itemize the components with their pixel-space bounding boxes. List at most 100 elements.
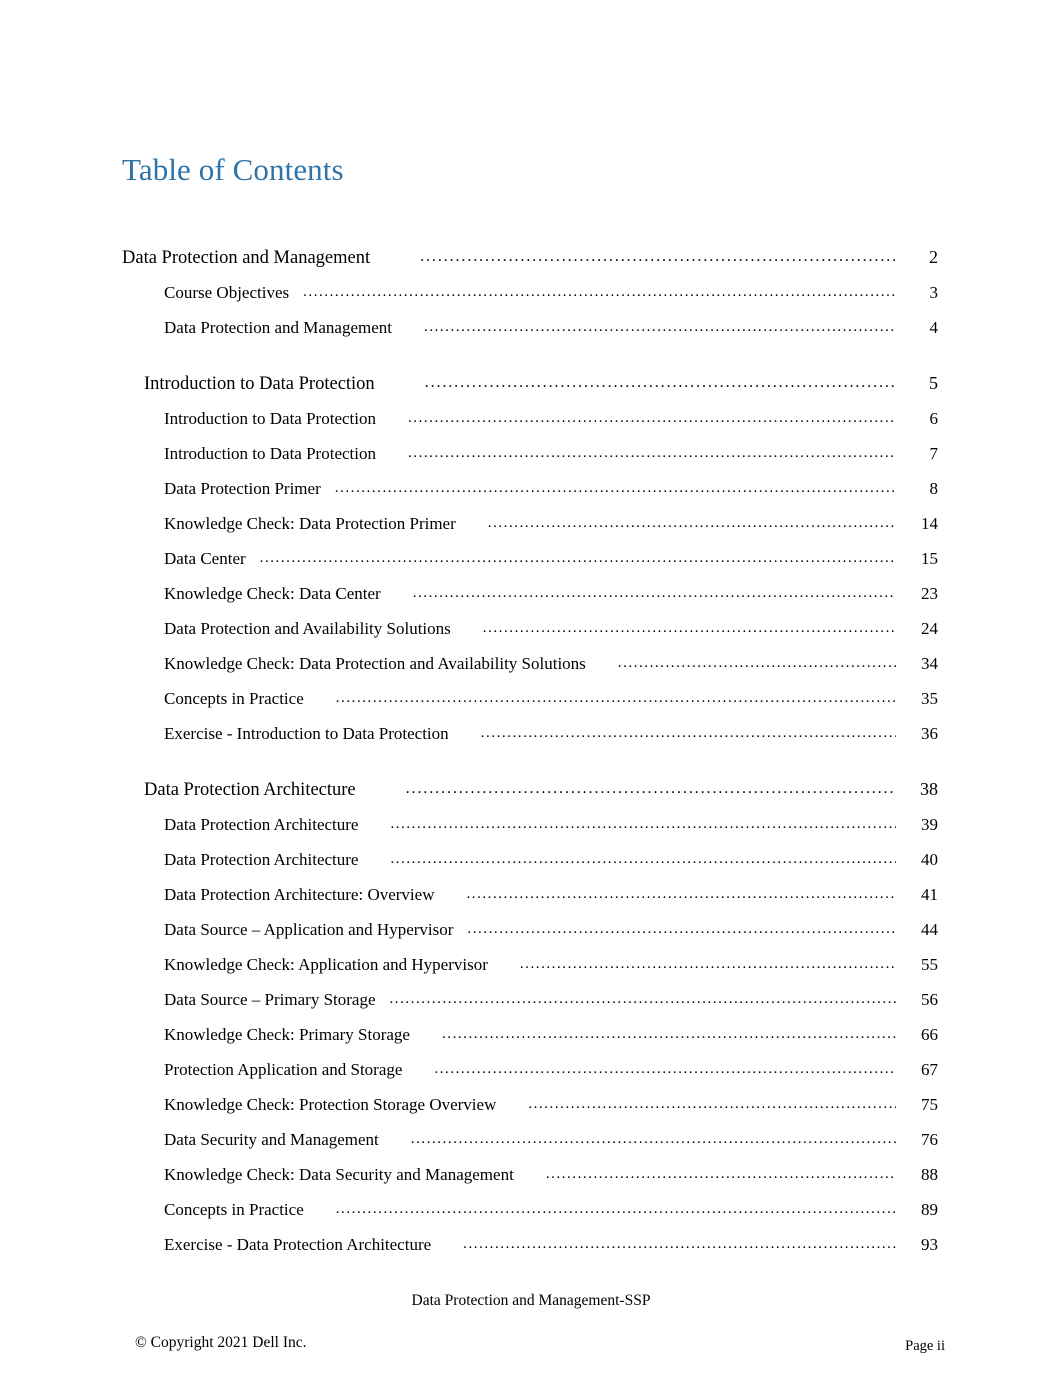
toc-entry[interactable]: Data Protection Architecture............…	[0, 808, 1062, 843]
toc-dot-leader: ........................................…	[407, 410, 896, 426]
toc-entry-page-number: 14	[921, 514, 938, 533]
toc-entry-label: Exercise - Data Protection Architecture	[164, 1235, 432, 1254]
toc-entry-label: Data Protection Primer	[164, 479, 321, 498]
toc-dot-leader: ........................................…	[617, 655, 896, 671]
toc-dot-leader: ........................................…	[482, 620, 896, 636]
toc-entry-page-number: 38	[920, 779, 938, 799]
toc-entry-label: Data Protection Architecture	[164, 850, 359, 869]
toc-entry-label: Data Protection and Management	[122, 248, 371, 268]
toc-dot-leader: ........................................…	[424, 319, 896, 335]
toc-entry-label: Knowledge Check: Protection Storage Over…	[164, 1095, 497, 1114]
toc-entry-label: Data Protection Architecture	[164, 815, 359, 834]
toc-entry-label: Introduction to Data Protection	[164, 444, 376, 463]
toc-dot-leader: ........................................…	[334, 480, 896, 496]
toc-entry-label: Data Center	[164, 549, 246, 568]
toc-entry-page-number: 56	[921, 990, 938, 1009]
toc-entry[interactable]: Knowledge Check: Application and Hypervi…	[0, 948, 1062, 983]
toc-entry[interactable]: Data Protection and Management..........…	[0, 240, 1062, 276]
toc-entry[interactable]: Data Protection Primer..................…	[0, 472, 1062, 507]
toc-entry-label: Exercise - Introduction to Data Protecti…	[164, 724, 449, 743]
toc-entry-page-number: 36	[921, 724, 938, 743]
toc-dot-leader: ........................................…	[410, 1131, 896, 1147]
toc-dot-leader: ........................................…	[528, 1096, 896, 1112]
toc-entry[interactable]: Exercise - Introduction to Data Protecti…	[0, 717, 1062, 752]
toc-entry-page-number: 2	[929, 247, 938, 267]
toc-entry[interactable]: Knowledge Check: Protection Storage Over…	[0, 1088, 1062, 1123]
toc-entry-page-number: 40	[921, 850, 938, 869]
toc-entry[interactable]: Data Security and Management............…	[0, 1123, 1062, 1158]
toc-entry[interactable]: Knowledge Check: Data Security and Manag…	[0, 1158, 1062, 1193]
toc-entry-label: Introduction to Data Protection	[144, 374, 375, 394]
toc-entry[interactable]: Data Protection and Management..........…	[0, 311, 1062, 346]
toc-entry-label: Protection Application and Storage	[164, 1060, 403, 1079]
toc-entry-label: Data Protection and Management	[164, 318, 393, 337]
toc-entry-page-number: 93	[921, 1235, 938, 1254]
toc-entry-label: Course Objectives	[164, 283, 290, 302]
toc-entry[interactable]: Data Source – Primary Storage...........…	[0, 983, 1062, 1018]
footer-page-number: Page ii	[905, 1338, 945, 1354]
toc-entry[interactable]: Introduction to Data Protection.........…	[0, 402, 1062, 437]
toc-entry-page-number: 4	[929, 318, 939, 337]
toc-entry[interactable]: Data Protection Architecture............…	[0, 843, 1062, 878]
toc-dot-leader: ........................................…	[519, 956, 896, 972]
toc-entry-label: Concepts in Practice	[164, 689, 304, 708]
toc-entry[interactable]: Knowledge Check: Data Protection Primer.…	[0, 507, 1062, 542]
toc-dot-leader: ........................................…	[389, 991, 897, 1007]
toc-entry-page-number: 55	[921, 955, 938, 974]
toc-dot-leader: ........................................…	[420, 248, 896, 265]
toc-entry-label: Knowledge Check: Primary Storage	[164, 1025, 410, 1044]
toc-entry[interactable]: Concepts in Practice....................…	[0, 1193, 1062, 1228]
toc-entry-page-number: 44	[921, 920, 938, 939]
toc-entry[interactable]: Introduction to Data Protection.........…	[0, 366, 1062, 402]
toc-entry[interactable]: Introduction to Data Protection.........…	[0, 437, 1062, 472]
toc-entry-page-number: 23	[921, 584, 938, 603]
toc-entry-page-number: 6	[929, 409, 939, 428]
toc-entry-page-number: 89	[921, 1200, 938, 1219]
toc-entry-label: Knowledge Check: Application and Hypervi…	[164, 955, 488, 974]
toc-entry[interactable]: Data Protection Architecture: Overview..…	[0, 878, 1062, 913]
toc-entry-page-number: 75	[921, 1095, 938, 1114]
toc-entry[interactable]: Concepts in Practice....................…	[0, 682, 1062, 717]
toc-dot-leader: ........................................…	[441, 1026, 896, 1042]
toc-entry[interactable]: Exercise - Data Protection Architecture.…	[0, 1228, 1062, 1263]
toc-entry-page-number: 15	[921, 549, 938, 568]
toc-entry-label: Knowledge Check: Data Protection Primer	[164, 514, 456, 533]
toc-entry[interactable]: Data Protection Architecture............…	[0, 772, 1062, 808]
toc-entry[interactable]: Knowledge Check: Primary Storage........…	[0, 1018, 1062, 1053]
toc-entry-page-number: 88	[921, 1165, 938, 1184]
toc-entry-label: Introduction to Data Protection	[164, 409, 376, 428]
toc-entry[interactable]: Course Objectives.......................…	[0, 276, 1062, 311]
footer-copyright: © Copyright 2021 Dell Inc.	[135, 1334, 307, 1351]
toc-entry-page-number: 66	[921, 1025, 938, 1044]
toc-dot-leader: ........................................…	[480, 725, 896, 741]
toc-dot-leader: ........................................…	[407, 445, 896, 461]
toc-dot-leader: ........................................…	[424, 374, 896, 391]
toc-entry[interactable]: Knowledge Check: Data Protection and Ava…	[0, 647, 1062, 682]
page-title: Table of Contents	[122, 152, 344, 187]
toc-entry-page-number: 41	[921, 885, 938, 904]
toc-entry[interactable]: Protection Application and Storage......…	[0, 1053, 1062, 1088]
table-of-contents-list: Data Protection and Management..........…	[0, 240, 1062, 1263]
toc-entry-label: Concepts in Practice	[164, 1200, 304, 1219]
toc-entry-label: Data Security and Management	[164, 1130, 379, 1149]
toc-dot-leader: ........................................…	[303, 284, 896, 300]
toc-entry-page-number: 76	[921, 1130, 938, 1149]
toc-entry[interactable]: Data Protection and Availability Solutio…	[0, 612, 1062, 647]
toc-entry-page-number: 8	[929, 479, 939, 498]
toc-dot-leader: ........................................…	[466, 886, 896, 902]
toc-dot-leader: ........................................…	[545, 1166, 896, 1182]
toc-entry-page-number: 39	[921, 815, 938, 834]
document-page: Table of Contents Data Protection and Ma…	[0, 0, 1062, 1377]
toc-dot-leader: ........................................…	[412, 585, 896, 601]
toc-entry-label: Data Protection Architecture	[144, 780, 356, 800]
toc-entry[interactable]: Data Center.............................…	[0, 542, 1062, 577]
toc-entry[interactable]: Knowledge Check: Data Center............…	[0, 577, 1062, 612]
toc-dot-leader: ........................................…	[335, 690, 896, 706]
toc-entry[interactable]: Data Source – Application and Hypervisor…	[0, 913, 1062, 948]
toc-entry-page-number: 24	[921, 619, 938, 638]
toc-dot-leader: ........................................…	[487, 515, 896, 531]
toc-entry-page-number: 34	[921, 654, 938, 673]
toc-entry-page-number: 3	[929, 283, 939, 302]
